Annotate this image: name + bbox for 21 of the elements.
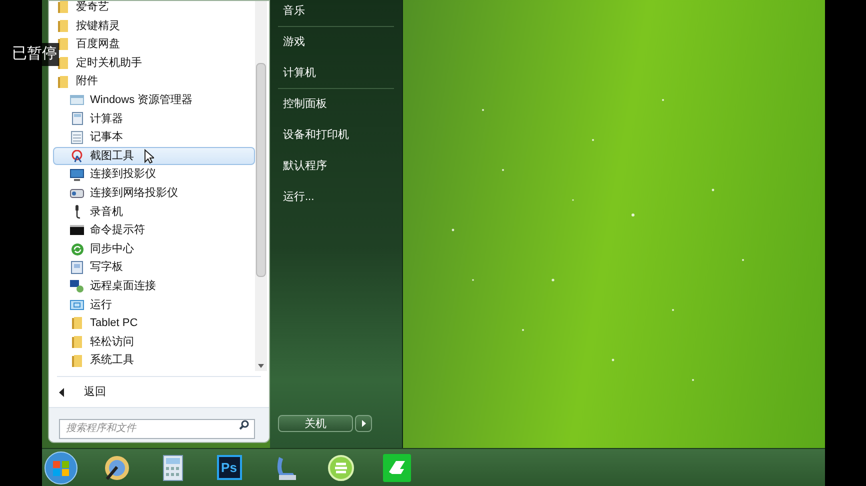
program-label: 按键精灵 [76,18,120,34]
program-label: Windows 资源管理器 [90,93,193,108]
program-label: 系统工具 [90,352,134,368]
program-label: Tablet PC [90,316,138,332]
program-label: 命令提示符 [90,223,145,238]
program-label: 运行 [90,298,112,313]
program-label: 记事本 [90,130,123,146]
program-label: 录音机 [90,204,123,220]
program-label: 连接到投影仪 [90,166,156,182]
program-label: 爱奇艺 [76,1,109,16]
program-label: 同步中心 [90,242,134,257]
program-label: 远程桌面连接 [90,278,156,294]
program-label: 百度网盘 [76,36,120,52]
program-label: 连接到网络投影仪 [90,186,178,201]
program-label: 附件 [76,74,98,90]
program-label: 截图工具 [90,148,134,164]
program-label: 写字板 [90,260,123,276]
program-label: 定时关机助手 [76,56,142,71]
pause-status-toast: 已暂停 [10,43,59,66]
program-label: 计算器 [90,112,123,127]
program-label: 轻松访问 [90,334,134,350]
